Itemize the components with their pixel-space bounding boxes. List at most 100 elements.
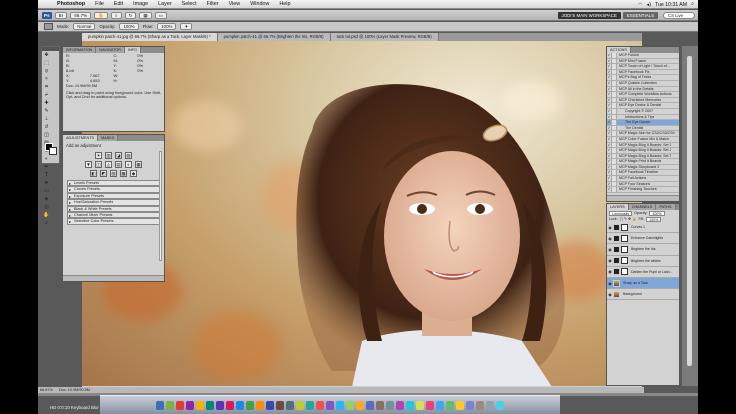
layer-row[interactable]: ◉ Sharp as a Tack — [607, 277, 679, 290]
dock-app-icon[interactable] — [486, 400, 494, 410]
workspace-button[interactable]: JODI'S MAIN WORKSPACE — [557, 12, 621, 19]
action-row[interactable]: ✓ MCP Finishing Touches — [607, 187, 679, 193]
shape-tool-icon[interactable]: ▭ — [43, 188, 51, 195]
adjustment-icon[interactable]: ▧ — [110, 170, 117, 177]
tab-layers[interactable]: LAYERS — [607, 204, 629, 210]
flow-input[interactable]: 100% — [157, 23, 177, 30]
quick-select-icon[interactable]: ✧ — [43, 76, 51, 83]
layer-mask-thumbnail[interactable] — [621, 268, 628, 276]
tab-channels[interactable]: CHANNELS — [628, 204, 657, 210]
arrange-documents-icon[interactable]: ▦ — [139, 11, 152, 19]
dock-app-icon[interactable] — [216, 400, 224, 410]
blend-mode-select[interactable]: Luminosity — [609, 210, 633, 216]
dock-app-icon[interactable] — [246, 400, 254, 410]
clock[interactable]: Tue 10:31 AM — [655, 2, 687, 8]
dock-app-icon[interactable] — [416, 400, 424, 410]
dock-app-icon[interactable] — [226, 400, 234, 410]
adjustment-icon[interactable]: ▥ — [105, 152, 112, 159]
layer-opacity-input[interactable]: 100% — [649, 210, 665, 216]
menu-file[interactable]: File — [90, 1, 109, 7]
menu-image[interactable]: Image — [128, 1, 153, 7]
dock-app-icon[interactable] — [456, 400, 464, 410]
bridge-button[interactable]: Br — [54, 11, 68, 19]
dock-app-icon[interactable] — [166, 400, 174, 410]
adjustment-icon[interactable]: ◪ — [115, 152, 122, 159]
dock-app-icon[interactable] — [436, 400, 444, 410]
dock-app-icon[interactable] — [446, 400, 454, 410]
dock-app-icon[interactable] — [276, 400, 284, 410]
wifi-icon[interactable]: ◠ — [638, 2, 643, 8]
screen-mode-icon[interactable]: ▭ — [154, 11, 168, 19]
type-tool-icon[interactable]: T — [43, 172, 51, 179]
cs-live-search[interactable]: CS Live — [663, 12, 695, 19]
layer-mask-thumbnail[interactable] — [621, 234, 628, 242]
path-select-icon[interactable]: ➤ — [43, 180, 51, 187]
menu-help[interactable]: Help — [274, 1, 295, 7]
layer-row[interactable]: ◉ Curves 1 — [607, 222, 679, 234]
menu-filter[interactable]: Filter — [202, 1, 224, 7]
dock-app-icon[interactable] — [496, 400, 504, 410]
dock-app-icon[interactable] — [336, 400, 344, 410]
dock-app-icon[interactable] — [406, 400, 414, 410]
crop-tool-icon[interactable]: ⌗ — [43, 84, 51, 91]
document-canvas[interactable] — [82, 41, 642, 387]
dock-app-icon[interactable] — [176, 400, 184, 410]
dock-app-icon[interactable] — [286, 400, 294, 410]
spotlight-icon[interactable]: ⌕ — [691, 1, 694, 8]
layer-mask-thumbnail[interactable] — [621, 223, 628, 231]
document-tab[interactable]: tack tut.psd @ 100% (Layer Mask Preview,… — [330, 33, 439, 41]
rotate-view-icon[interactable]: ↻ — [124, 11, 137, 19]
brush-preset-icon[interactable] — [44, 23, 53, 30]
tab-adjustments[interactable]: ADJUSTMENTS — [63, 135, 99, 141]
tab-masks[interactable]: MASKS — [98, 135, 119, 141]
adjustment-icon[interactable]: ▼ — [85, 161, 92, 168]
adjustment-icon[interactable]: ▨ — [125, 152, 132, 159]
dock-app-icon[interactable] — [376, 400, 384, 410]
layer-row[interactable]: ◉ Background — [607, 289, 679, 301]
lock-icon[interactable]: ▢ ✎ ✥ 🔒 — [620, 217, 637, 221]
adjustment-icon[interactable]: ◆ — [130, 170, 137, 177]
layer-mask-thumbnail[interactable] — [613, 290, 620, 298]
dock-app-icon[interactable] — [296, 400, 304, 410]
dodge-tool-icon[interactable]: ◐ — [43, 156, 51, 163]
layer-fill-input[interactable]: 100% — [646, 216, 662, 222]
adjustment-icon[interactable]: ◫ — [95, 161, 102, 168]
dock-app-icon[interactable] — [466, 400, 474, 410]
layer-mask-thumbnail[interactable] — [621, 257, 628, 265]
dock-app-icon[interactable] — [206, 400, 214, 410]
dock-app-icon[interactable] — [256, 400, 264, 410]
dock-app-icon[interactable] — [186, 400, 194, 410]
document-tab[interactable]: pumpkin patch-41.jpg @ 66.7% (Sharp as a… — [82, 33, 218, 41]
move-tool-icon[interactable]: ✥ — [43, 52, 51, 59]
layer-mask-thumbnail[interactable] — [613, 279, 620, 287]
color-swatches[interactable] — [45, 143, 57, 155]
menu-select[interactable]: Select — [177, 1, 202, 7]
layer-row[interactable]: ◉ Brighten the Iris — [607, 244, 679, 256]
essentials-button[interactable]: ESSENTIALS — [622, 12, 658, 19]
dock-app-icon[interactable] — [266, 400, 274, 410]
zoom-tool-icon[interactable]: ⌕ — [110, 11, 122, 19]
3d-rotate-icon[interactable]: ◈ — [43, 196, 51, 203]
layer-row[interactable]: ◉ Brighten the whites — [607, 256, 679, 267]
hand-tool-icon[interactable]: ✋ — [94, 11, 108, 19]
dock-app-icon[interactable] — [306, 400, 314, 410]
adjustment-icon[interactable]: ▩ — [120, 170, 127, 177]
menu-edit[interactable]: Edit — [109, 1, 128, 7]
hand-tool-icon[interactable]: ✋ — [43, 212, 51, 219]
brush-tool-icon[interactable]: ✎ — [43, 108, 51, 115]
layer-row[interactable]: ◉ Darken the Pupil or Lash... — [607, 267, 679, 278]
dock-app-icon[interactable] — [356, 400, 364, 410]
adjustment-icon[interactable]: ☀ — [95, 152, 102, 159]
panel-scrollbar[interactable] — [687, 56, 692, 366]
zoom-tool-icon[interactable]: ⌕ — [43, 220, 51, 227]
pen-tool-icon[interactable]: ✒ — [43, 164, 51, 171]
airbrush-icon[interactable]: ✈ — [180, 23, 193, 30]
lasso-tool-icon[interactable]: ϙ — [43, 68, 51, 75]
marquee-tool-icon[interactable]: ⬚ — [43, 60, 51, 67]
dock-app-icon[interactable] — [426, 400, 434, 410]
adjustment-icon[interactable]: ◐ — [125, 161, 132, 168]
adjustment-preset-item[interactable]: Selective Color Presets — [67, 218, 160, 225]
menu-app-name[interactable]: Photoshop — [52, 1, 90, 7]
tab-paths[interactable]: PATHS — [656, 204, 676, 210]
healing-brush-icon[interactable]: ✚ — [43, 100, 51, 107]
